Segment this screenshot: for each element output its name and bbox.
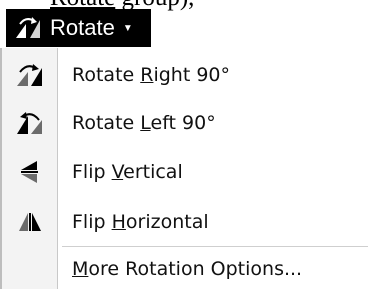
rotate-left-icon [2,104,58,142]
chevron-down-icon: ▼ [122,22,133,34]
flip-vertical-icon [2,153,58,191]
menu-item-label: Flip Horizontal [72,211,209,233]
rotate-button[interactable]: Rotate ▼ [6,9,151,47]
menu-item-label: Rotate Right 90° [72,64,231,86]
rotate-right-icon [2,56,58,94]
menu-item-label: Flip Vertical [72,161,183,183]
menu-item-label: Rotate Left 90° [72,112,216,134]
menu-item-more-rotation-options[interactable]: More Rotation Options... [2,250,376,288]
menu-separator [62,246,368,247]
menu-item-rotate-left[interactable]: Rotate Left 90° [2,104,376,142]
menu-item-rotate-right[interactable]: Rotate Right 90° [2,56,376,94]
menu-item-flip-horizontal[interactable]: Flip Horizontal [2,203,376,241]
menu-item-flip-vertical[interactable]: Flip Vertical [2,153,376,191]
rotate-button-label: Rotate [50,15,115,40]
menu-item-label: More Rotation Options... [72,258,303,280]
flip-horizontal-icon [2,203,58,241]
rotate-menu: Rotate Right 90° Rotate Left 90° Flip Ve… [0,48,376,289]
rotate-object-icon [14,16,44,40]
